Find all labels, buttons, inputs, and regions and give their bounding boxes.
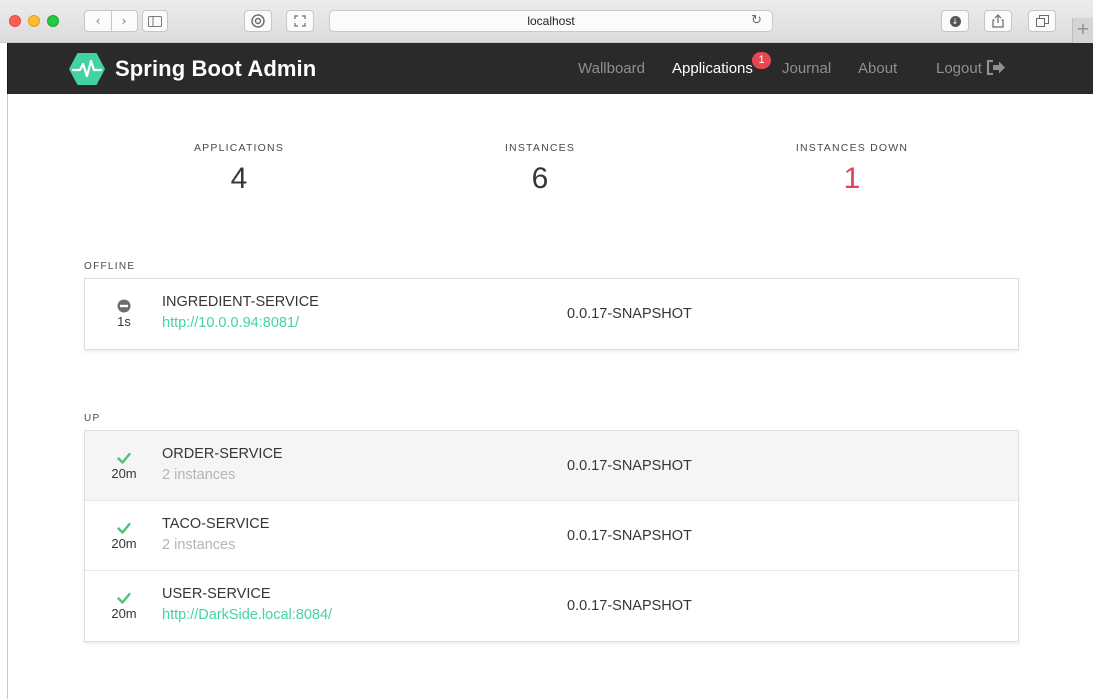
instance-count: 2 instances (162, 467, 236, 483)
applications-badge: 1 (752, 52, 771, 69)
new-tab-button[interactable]: + (1072, 18, 1093, 43)
close-window-button[interactable] (9, 15, 21, 27)
extension-button[interactable] (244, 10, 272, 32)
navbar: Spring Boot Admin Wallboard Applications… (8, 43, 1093, 94)
status-age: 1s (117, 314, 131, 329)
nav-logout[interactable]: Logout (936, 59, 1006, 77)
check-icon (117, 522, 131, 534)
minus-circle-icon (117, 299, 131, 313)
sidebar-toggle-button[interactable] (142, 10, 168, 32)
application-version: 0.0.17-SNAPSHOT (567, 458, 692, 474)
name-cell: ORDER-SERVICE 2 instances (162, 446, 283, 483)
application-name: TACO-SERVICE (162, 516, 270, 532)
share-button[interactable] (984, 10, 1012, 32)
application-name: USER-SERVICE (162, 586, 271, 602)
nav-applications[interactable]: Applications (672, 60, 753, 77)
application-name: ORDER-SERVICE (162, 446, 283, 462)
group-up: 20m ORDER-SERVICE 2 instances 0.0.17-SNA… (84, 430, 1019, 642)
fullscreen-button[interactable] (286, 10, 314, 32)
status-cell: 20m (101, 591, 147, 621)
application-row[interactable]: 20m ORDER-SERVICE 2 instances 0.0.17-SNA… (85, 431, 1018, 501)
browser-toolbar: ‹ › localhost ↻ ↓ + (0, 0, 1093, 43)
application-url-link[interactable]: http://10.0.0.94:8081/ (162, 315, 319, 331)
application-url-link[interactable]: http://DarkSide.local:8084/ (162, 607, 332, 623)
instance-count: 2 instances (162, 537, 236, 553)
group-title-up: UP (84, 413, 101, 424)
status-age: 20m (111, 606, 137, 621)
spring-boot-logo-icon (69, 53, 105, 85)
group-offline: 1s INGREDIENT-SERVICE http://10.0.0.94:8… (84, 278, 1019, 350)
nav-wallboard[interactable]: Wallboard (578, 60, 645, 77)
name-cell: TACO-SERVICE 2 instances (162, 516, 269, 553)
chevron-right-icon[interactable]: › (111, 11, 137, 31)
status-cell: 20m (101, 451, 147, 481)
name-cell: USER-SERVICE http://DarkSide.local:8084/ (162, 586, 332, 623)
tabs-icon (1035, 15, 1049, 27)
minimize-window-button[interactable] (28, 15, 40, 27)
stat-applications: APPLICATIONS 4 (109, 142, 369, 196)
check-icon (117, 452, 131, 464)
share-icon (992, 14, 1004, 28)
status-age: 20m (111, 466, 137, 481)
reload-icon[interactable]: ↻ (751, 13, 762, 28)
sign-out-icon (986, 59, 1006, 76)
status-age: 20m (111, 536, 137, 551)
brand-title: Spring Boot Admin (115, 56, 317, 81)
application-name: INGREDIENT-SERVICE (162, 294, 319, 310)
stat-label: APPLICATIONS (193, 142, 285, 154)
stat-value: 4 (230, 162, 248, 195)
zoom-window-button[interactable] (47, 15, 59, 27)
application-row[interactable]: 20m TACO-SERVICE 2 instances 0.0.17-SNAP… (85, 501, 1018, 571)
logout-label: Logout (936, 60, 982, 77)
check-icon (117, 592, 131, 604)
expand-icon (294, 15, 306, 27)
application-row[interactable]: 1s INGREDIENT-SERVICE http://10.0.0.94:8… (85, 279, 1018, 349)
gauge-icon (251, 14, 265, 28)
window-edge (7, 94, 8, 699)
stat-value: 1 (843, 162, 861, 195)
stat-label: INSTANCES DOWN (795, 142, 909, 154)
application-version: 0.0.17-SNAPSHOT (567, 598, 692, 614)
stat-instances: INSTANCES 6 (410, 142, 670, 196)
stat-value: 6 (531, 162, 549, 195)
url-text: localhost (527, 14, 575, 28)
stat-label: INSTANCES (504, 142, 576, 154)
chevron-left-icon[interactable]: ‹ (85, 11, 111, 31)
tab-overview-button[interactable] (1028, 10, 1056, 32)
brand[interactable]: Spring Boot Admin (68, 52, 316, 86)
application-version: 0.0.17-SNAPSHOT (567, 528, 692, 544)
downloads-button[interactable]: ↓ (941, 10, 969, 32)
stat-instances-down: INSTANCES DOWN 1 (722, 142, 982, 196)
name-cell: INGREDIENT-SERVICE http://10.0.0.94:8081… (162, 294, 319, 331)
application-version: 0.0.17-SNAPSHOT (567, 306, 692, 322)
nav-about[interactable]: About (858, 60, 897, 77)
application-row[interactable]: 20m USER-SERVICE http://DarkSide.local:8… (85, 571, 1018, 641)
sidebar-icon (148, 15, 162, 27)
address-bar[interactable]: localhost ↻ (329, 10, 773, 32)
download-icon: ↓ (949, 15, 961, 27)
back-forward-group: ‹ › (84, 10, 138, 32)
nav-journal[interactable]: Journal (782, 60, 831, 77)
status-cell: 20m (101, 521, 147, 551)
status-cell: 1s (101, 299, 147, 329)
group-title-offline: OFFLINE (84, 261, 136, 272)
